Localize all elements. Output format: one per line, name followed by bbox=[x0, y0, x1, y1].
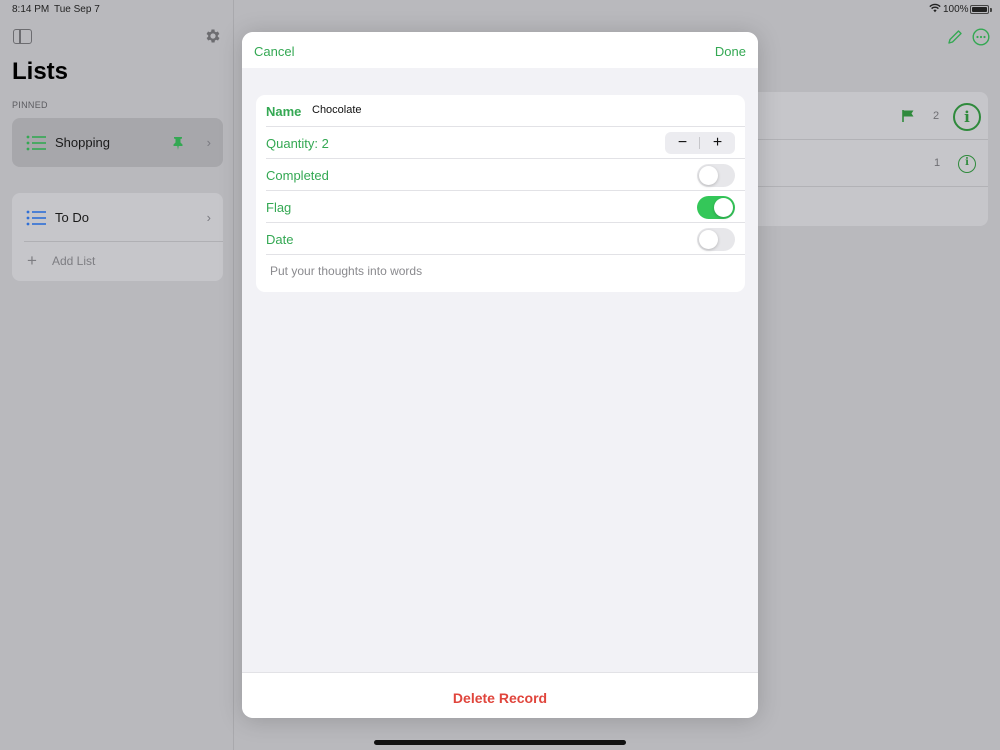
quantity-row: Quantity: 2 − + bbox=[256, 127, 745, 159]
gear-icon[interactable] bbox=[204, 27, 222, 45]
list-item-empty[interactable] bbox=[757, 186, 988, 226]
name-label: Name bbox=[266, 104, 302, 119]
record-form: Name Chocolate Quantity: 2 − + Completed… bbox=[256, 95, 745, 292]
list-item[interactable]: 2 i bbox=[757, 92, 988, 139]
increment-button[interactable]: + bbox=[700, 132, 735, 154]
notes-field[interactable]: Put your thoughts into words bbox=[270, 264, 422, 278]
pin-icon bbox=[173, 137, 183, 150]
pinned-section-label: PINNED bbox=[12, 100, 48, 110]
battery-percent: 100% bbox=[943, 4, 969, 15]
delete-bar: Delete Record bbox=[242, 672, 758, 718]
battery-icon bbox=[970, 5, 989, 14]
lists-card: To Do › + Add List bbox=[12, 193, 223, 281]
name-field[interactable]: Chocolate bbox=[312, 104, 362, 116]
page-title: Lists bbox=[12, 58, 69, 85]
home-indicator bbox=[374, 740, 626, 745]
quantity-label: Quantity: 2 bbox=[266, 136, 329, 151]
list-icon bbox=[26, 210, 46, 226]
done-button[interactable]: Done bbox=[715, 44, 746, 59]
list-icon bbox=[26, 135, 46, 151]
sidebar-item-label: To Do bbox=[55, 210, 89, 225]
item-count: 1 bbox=[934, 157, 941, 169]
info-icon[interactable]: i bbox=[958, 155, 976, 173]
sidebar-item-label: Shopping bbox=[55, 135, 110, 150]
status-time: 8:14 PM bbox=[12, 4, 50, 15]
cancel-button[interactable]: Cancel bbox=[254, 44, 294, 59]
date-label: Date bbox=[266, 232, 294, 247]
plus-icon: + bbox=[27, 251, 37, 270]
toggle-knob bbox=[714, 198, 733, 217]
detail-list: 2 i 1 i bbox=[757, 92, 988, 226]
status-bar: 8:14 PM Tue Sep 7 100% bbox=[0, 0, 1000, 20]
date-toggle[interactable] bbox=[697, 228, 735, 251]
name-row: Name Chocolate bbox=[256, 95, 745, 127]
sidebar: Lists PINNED Shopping › To Do › + Add Li… bbox=[0, 0, 234, 750]
flag-label: Flag bbox=[266, 200, 292, 215]
list-item[interactable]: 1 i bbox=[757, 139, 988, 186]
item-count: 2 bbox=[933, 110, 940, 122]
chevron-right-icon: › bbox=[206, 210, 211, 225]
flag-icon bbox=[902, 110, 914, 122]
add-list-label: Add List bbox=[52, 254, 96, 268]
chevron-right-icon: › bbox=[206, 135, 211, 150]
pinned-card: Shopping › bbox=[12, 118, 223, 167]
edit-record-sheet: Cancel Done Name Chocolate Quantity: 2 −… bbox=[242, 32, 758, 718]
pencil-icon[interactable] bbox=[947, 29, 963, 45]
info-icon[interactable]: i bbox=[953, 103, 981, 131]
wifi-icon bbox=[929, 3, 941, 13]
flag-row: Flag bbox=[256, 191, 745, 223]
completed-label: Completed bbox=[266, 168, 329, 183]
completed-row: Completed bbox=[256, 159, 745, 191]
toggle-knob bbox=[699, 230, 718, 249]
toggle-knob bbox=[699, 166, 718, 185]
sidebar-item-to-do[interactable]: To Do › bbox=[12, 193, 223, 242]
status-date: Tue Sep 7 bbox=[54, 4, 100, 15]
more-icon[interactable] bbox=[972, 28, 990, 46]
delete-record-button[interactable]: Delete Record bbox=[242, 690, 758, 706]
add-list-button[interactable]: + Add List bbox=[12, 242, 223, 281]
completed-toggle[interactable] bbox=[697, 164, 735, 187]
quantity-stepper[interactable]: − + bbox=[665, 132, 735, 154]
sheet-header: Cancel Done bbox=[242, 32, 758, 68]
battery-tip bbox=[990, 8, 992, 12]
sidebar-toggle-icon[interactable] bbox=[13, 29, 32, 44]
flag-toggle[interactable] bbox=[697, 196, 735, 219]
date-row: Date bbox=[256, 223, 745, 255]
sidebar-item-shopping[interactable]: Shopping › bbox=[12, 118, 223, 167]
decrement-button[interactable]: − bbox=[665, 132, 700, 154]
